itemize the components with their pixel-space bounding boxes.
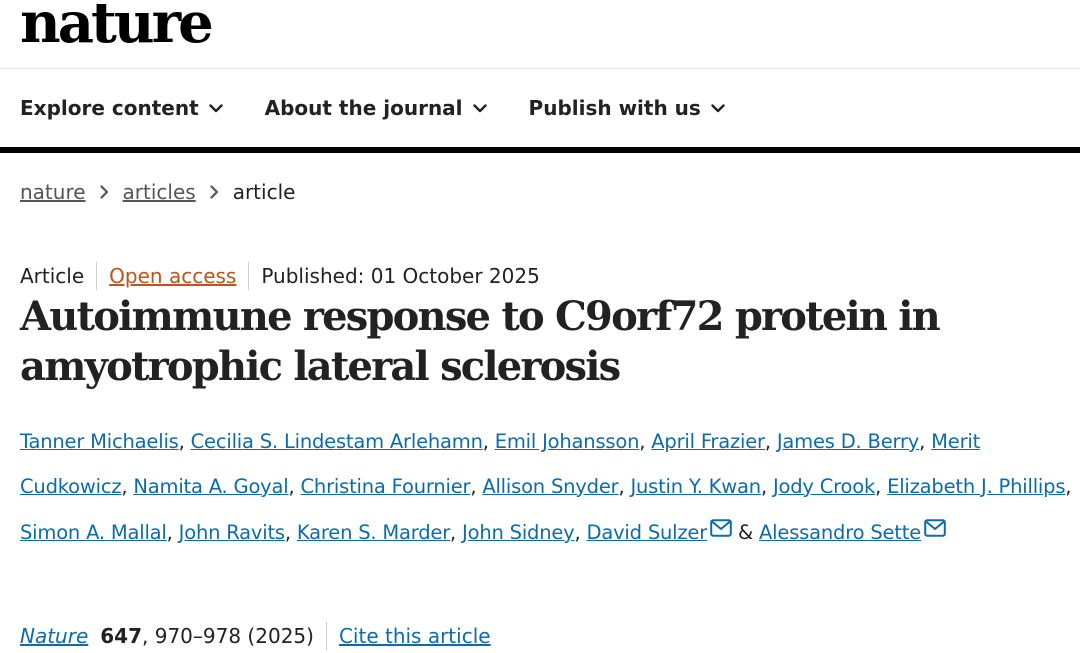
author-link[interactable]: James D. Berry <box>777 430 919 453</box>
author-link[interactable]: Elizabeth J. Phillips <box>887 475 1065 498</box>
author-link[interactable]: David Sulzer <box>587 521 708 544</box>
chevron-right-icon <box>99 185 109 199</box>
author-separator: , <box>618 474 631 498</box>
author-link[interactable]: Christina Fournier <box>301 475 471 498</box>
author-link[interactable]: Karen S. Marder <box>297 521 450 544</box>
main-nav: Explore content About the journal Publis… <box>0 69 1080 153</box>
chevron-down-icon <box>472 103 487 112</box>
chevron-down-icon <box>711 103 725 112</box>
author-link[interactable]: April Frazier <box>651 430 765 453</box>
nav-explore-content[interactable]: Explore content <box>20 96 223 120</box>
nav-publish-with-us[interactable]: Publish with us <box>529 96 725 120</box>
email-icon[interactable] <box>710 509 732 554</box>
author-separator: , <box>1065 474 1072 498</box>
author-separator: , <box>875 474 888 498</box>
author-separator: , <box>919 430 932 453</box>
author-list: Tanner Michaelis, Cecilia S. Lindestam A… <box>20 420 1080 556</box>
author-link[interactable]: Cecilia S. Lindestam Arlehamn <box>191 430 483 453</box>
nav-item-label: Explore content <box>20 96 199 120</box>
author-link[interactable]: Tanner Michaelis <box>20 430 179 453</box>
breadcrumb-link-nature[interactable]: nature <box>20 180 86 204</box>
author-separator: , <box>450 521 463 544</box>
nav-item-label: Publish with us <box>528 96 701 120</box>
meta-divider <box>325 622 327 650</box>
nature-logo[interactable]: nature <box>20 0 214 51</box>
author-separator: , <box>470 474 483 498</box>
email-icon[interactable] <box>924 509 946 554</box>
article-meta: Article Open access Published: 01 Octobe… <box>20 262 540 290</box>
author-link[interactable]: Allison Snyder <box>482 475 618 498</box>
meta-divider <box>96 262 98 290</box>
author-link[interactable]: Jody Crook <box>773 475 875 498</box>
journal-link[interactable]: Nature <box>20 624 88 648</box>
volume-number: 647 <box>100 624 143 648</box>
masthead: nature <box>0 0 1080 69</box>
author-link[interactable]: Alessandro Sette <box>759 521 921 544</box>
published-date: Published: 01 October 2025 <box>261 264 540 288</box>
author-separator: , <box>284 521 297 544</box>
author-link[interactable]: John Sidney <box>462 521 575 544</box>
meta-divider <box>248 262 250 290</box>
breadcrumb-link-articles[interactable]: articles <box>123 180 196 204</box>
author-separator: , <box>760 474 773 498</box>
article-title: Autoimmune response to C9orf72 protein i… <box>20 293 941 390</box>
nav-about-journal[interactable]: About the journal <box>265 96 487 120</box>
author-separator: , <box>288 474 301 498</box>
author-link[interactable]: Emil Johansson <box>495 430 640 453</box>
author-separator: , <box>178 430 191 453</box>
author-link[interactable]: Namita A. Goyal <box>133 475 288 498</box>
article-type: Article <box>20 264 85 288</box>
citation-line: Nature 647 , 970–978 (2025) Cite this ar… <box>20 622 491 650</box>
author-separator: , <box>482 430 495 453</box>
open-access-link[interactable]: Open access <box>109 264 236 288</box>
author-separator: , <box>121 474 134 498</box>
author-link[interactable]: Simon A. Mallal <box>20 521 167 544</box>
author-ampersand: & <box>732 521 760 544</box>
cite-this-article-link[interactable]: Cite this article <box>339 624 491 648</box>
nav-item-label: About the journal <box>264 96 463 120</box>
author-separator: , <box>166 521 179 544</box>
chevron-down-icon <box>208 103 223 112</box>
author-link[interactable]: John Ravits <box>179 521 285 544</box>
breadcrumb-current: article <box>232 180 296 204</box>
pages-year: , 970–978 (2025) <box>142 624 314 648</box>
author-separator: , <box>574 521 587 544</box>
chevron-right-icon <box>210 185 219 199</box>
author-separator: , <box>639 430 652 453</box>
author-separator: , <box>764 430 777 453</box>
author-link[interactable]: Justin Y. Kwan <box>630 475 761 498</box>
breadcrumb: nature articles article <box>20 180 295 204</box>
